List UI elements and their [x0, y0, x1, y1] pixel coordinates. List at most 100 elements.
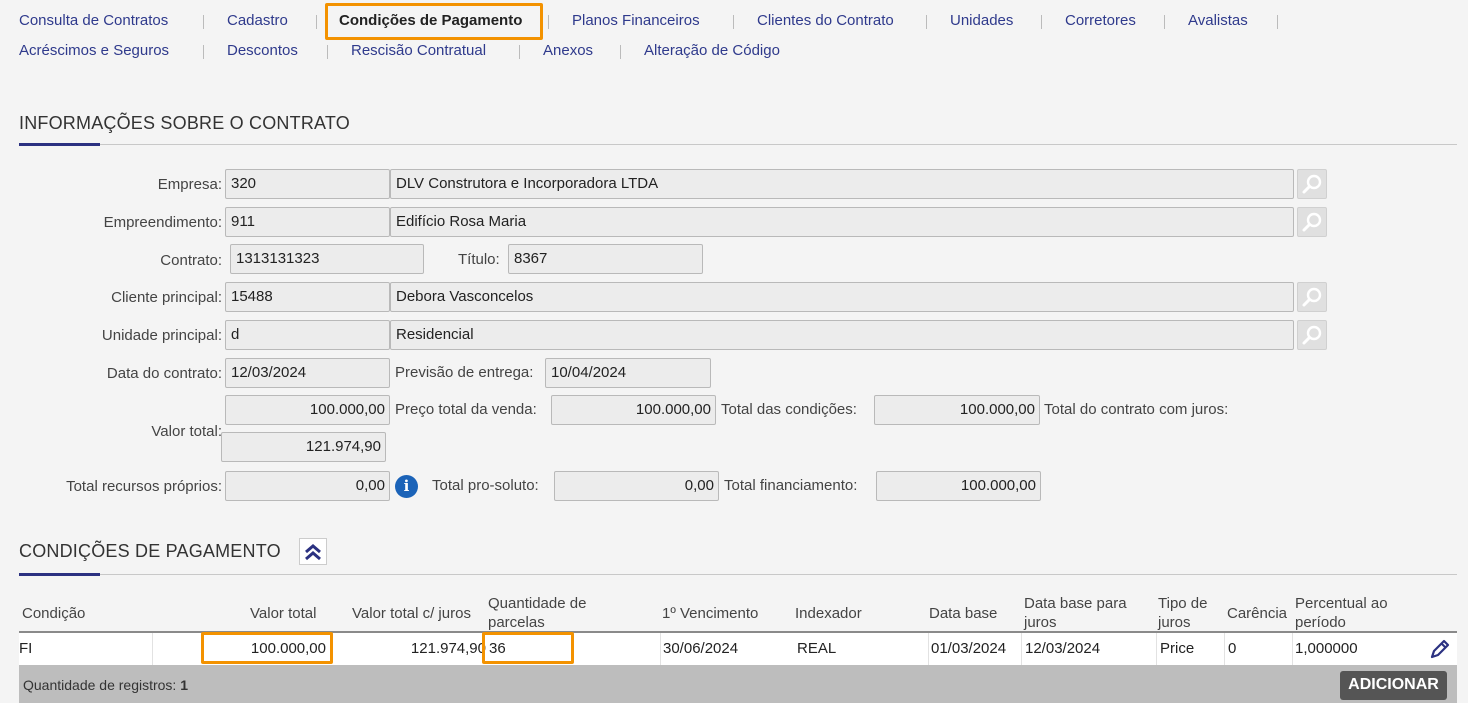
empreendimento-code-field: 911: [225, 207, 390, 237]
tab-corretores[interactable]: Corretores: [1065, 12, 1136, 29]
info-section-title: INFORMAÇÕES SOBRE O CONTRATO: [19, 113, 350, 133]
titulo-label: Título:: [458, 251, 500, 268]
info-icon[interactable]: i: [395, 475, 418, 498]
search-icon: [1302, 174, 1322, 194]
search-icon: [1302, 325, 1322, 345]
record-count-label: Quantidade de registros: 1: [23, 677, 189, 693]
empresa-search-button[interactable]: [1297, 169, 1327, 199]
empresa-code-field: 320: [225, 169, 390, 199]
search-icon: [1302, 212, 1322, 232]
cell-percentual-periodo: 1,000000: [1295, 640, 1358, 657]
tab-clientes-do-contrato[interactable]: Clientes do Contrato: [757, 12, 894, 29]
empresa-label: Empresa:: [157, 176, 222, 193]
unidade-name-field: Residencial: [390, 320, 1294, 350]
cell-primeiro-vencimento: 30/06/2024: [663, 640, 739, 657]
cell-carencia: 0: [1228, 640, 1237, 657]
empreendimento-search-button[interactable]: [1297, 207, 1327, 237]
tab-condicoes-de-pagamento[interactable]: Condições de Pagamento: [339, 12, 522, 29]
total-contrato-juros-field: 121.974,90: [221, 432, 386, 462]
titulo-field: 8367: [508, 244, 703, 274]
tab-consulta-de-contratos[interactable]: Consulta de Contratos: [19, 12, 168, 29]
col-carencia: Carência: [1227, 605, 1288, 622]
valor-total-highlight: [201, 632, 333, 664]
double-chevron-up-icon: [305, 544, 321, 561]
pro-soluto-field: 0,00: [554, 471, 719, 501]
tab-rescisao-contratual[interactable]: Rescisão Contratual: [351, 42, 486, 59]
tab-separator: [203, 15, 204, 29]
tab-anexos[interactable]: Anexos: [543, 42, 593, 59]
previsao-entrega-field: 10/04/2024: [545, 358, 711, 388]
cliente-principal-label: Cliente principal:: [111, 289, 222, 306]
total-financiamento-label: Total financiamento:: [724, 477, 858, 494]
tab-separator: [327, 45, 328, 59]
data-contrato-field: 12/03/2024: [225, 358, 390, 388]
tab-separator: [1164, 15, 1165, 29]
empresa-name-field: DLV Construtora e Incorporadora LTDA: [390, 169, 1294, 199]
section-divider: [19, 144, 1457, 145]
unidade-code-field: d: [225, 320, 390, 350]
total-contrato-juros-label: Total do contrato com juros:: [1044, 401, 1229, 418]
pro-soluto-label: Total pro-soluto:: [432, 477, 539, 494]
col-condicao: Condição: [22, 605, 86, 622]
tab-separator: [620, 45, 621, 59]
cliente-code-field: 15488: [225, 282, 390, 312]
total-condicoes-field: 100.000,00: [874, 395, 1040, 425]
edit-row-button[interactable]: [1428, 637, 1452, 661]
tab-separator: [519, 45, 520, 59]
tab-cadastro[interactable]: Cadastro: [227, 12, 288, 29]
tab-alteracao-de-codigo[interactable]: Alteração de Código: [644, 42, 780, 59]
cell-condicao: FI: [19, 640, 33, 657]
cell-valor-total-juros: 121.974,90: [410, 640, 486, 657]
recursos-proprios-field: 0,00: [225, 471, 390, 501]
tab-acrescimos-e-seguros[interactable]: Acréscimos e Seguros: [19, 42, 169, 59]
tab-separator: [733, 15, 734, 29]
section-divider: [19, 574, 1457, 575]
record-count-value: 1: [180, 677, 189, 693]
contrato-field: 1313131323: [230, 244, 424, 274]
payment-section-title: CONDIÇÕES DE PAGAMENTO: [19, 541, 281, 561]
section-accent: [19, 573, 100, 576]
contrato-label: Contrato:: [160, 252, 222, 269]
valor-total-field: 100.000,00: [225, 395, 390, 425]
col-valor-total: Valor total: [250, 605, 317, 622]
collapse-section-button[interactable]: [299, 538, 327, 565]
tab-separator: [1041, 15, 1042, 29]
tab-separator: [316, 15, 317, 29]
empreendimento-label: Empreendimento:: [103, 214, 222, 231]
tab-separator: [1277, 15, 1278, 29]
tab-separator: [926, 15, 927, 29]
table-footer: [19, 665, 1457, 703]
data-contrato-label: Data do contrato:: [106, 365, 222, 382]
cell-data-base-juros: 12/03/2024: [1025, 640, 1101, 657]
preco-total-venda-label: Preço total da venda:: [395, 401, 537, 418]
col-tipo-juros: Tipo de juros: [1158, 595, 1208, 631]
cell-divider: [1156, 633, 1157, 665]
quantidade-parcelas-highlight: [482, 632, 574, 664]
unidade-search-button[interactable]: [1297, 320, 1327, 350]
preco-total-venda-field: 100.000,00: [551, 395, 716, 425]
tab-unidades[interactable]: Unidades: [950, 12, 1013, 29]
col-indexador: Indexador: [795, 605, 862, 622]
tab-descontos[interactable]: Descontos: [227, 42, 298, 59]
col-primeiro-vencimento: 1º Vencimento: [662, 605, 759, 622]
section-accent: [19, 143, 100, 146]
cell-divider: [152, 633, 153, 665]
cell-divider: [1224, 633, 1225, 665]
cell-divider: [660, 633, 661, 665]
col-valor-total-juros: Valor total c/ juros: [352, 605, 471, 622]
add-button[interactable]: ADICIONAR: [1340, 671, 1447, 700]
recursos-proprios-label: Total recursos próprios:: [66, 478, 222, 495]
total-condicoes-label: Total das condições:: [721, 401, 857, 418]
cell-divider: [928, 633, 929, 665]
col-percentual-periodo: Percentual ao período: [1295, 595, 1388, 631]
tab-avalistas[interactable]: Avalistas: [1188, 12, 1248, 29]
cell-divider: [1292, 633, 1293, 665]
tab-separator: [203, 45, 204, 59]
previsao-entrega-label: Previsão de entrega:: [395, 364, 534, 381]
pencil-icon: [1430, 639, 1450, 659]
cell-divider: [1021, 633, 1022, 665]
cell-data-base: 01/03/2024: [931, 640, 1007, 657]
cliente-search-button[interactable]: [1297, 282, 1327, 312]
tab-planos-financeiros[interactable]: Planos Financeiros: [572, 12, 700, 29]
valor-total-label: Valor total:: [151, 423, 222, 440]
